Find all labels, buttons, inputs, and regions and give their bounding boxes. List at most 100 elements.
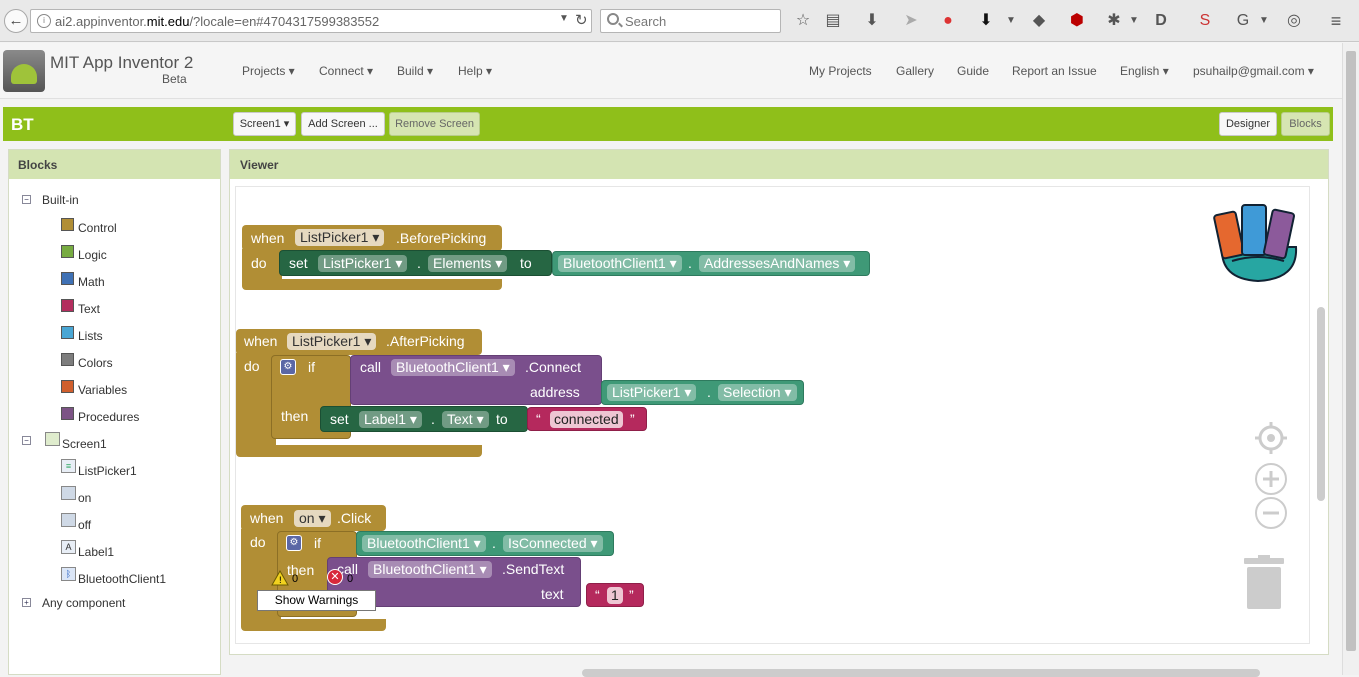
component-dropdown[interactable]: BluetoothClient1 ▾	[368, 561, 492, 578]
page-scrollbar[interactable]	[1342, 43, 1359, 675]
set-elements-block[interactable]: set ListPicker1 ▾ . Elements ▾ to	[279, 250, 552, 276]
globe-icon[interactable]: ◎	[1283, 10, 1305, 32]
blocks-workspace[interactable]: when ListPicker1 ▾ .BeforePicking do set…	[235, 186, 1325, 677]
errors-count: 0	[347, 573, 354, 585]
link-guide[interactable]: Guide	[957, 64, 989, 78]
search-box[interactable]: Search	[600, 9, 781, 33]
reload-icon[interactable]: ↻	[575, 11, 588, 29]
component-bluetoothclient1[interactable]: BluetoothClient1	[78, 572, 166, 586]
add-screen-button[interactable]: Add Screen ...	[301, 112, 385, 136]
event-block-on-click[interactable]: when on ▾ .Click	[241, 505, 386, 531]
gear-icon[interactable]: ⚙	[280, 359, 296, 375]
extension-bug-icon[interactable]: ✱	[1103, 10, 1125, 32]
then-label: then	[281, 408, 309, 424]
chevron-down-icon[interactable]: ▼	[1253, 10, 1275, 32]
component-dropdown[interactable]: ListPicker1 ▾	[287, 333, 377, 350]
drawer-text[interactable]: Text	[78, 302, 100, 316]
property-dropdown[interactable]: Elements ▾	[428, 255, 508, 272]
tree-any-component[interactable]: Any component	[42, 596, 125, 610]
set-label-text-block[interactable]: set Label1 ▾ . Text ▾ to	[320, 406, 528, 432]
component-dropdown[interactable]: ListPicker1 ▾	[607, 384, 697, 401]
url-bar[interactable]: i ai2.appinventor.mit.edu/?locale=en#470…	[30, 9, 592, 33]
text-string-block[interactable]: “ 1 ”	[586, 583, 644, 607]
extension-colors-icon[interactable]: ●	[937, 10, 959, 32]
back-arrow-icon[interactable]: ←	[4, 9, 28, 33]
trash-icon[interactable]	[1242, 555, 1286, 611]
backpack-icon[interactable]	[1212, 199, 1304, 283]
do-label: do	[251, 255, 267, 271]
component-label1[interactable]: Label1	[78, 545, 114, 559]
gear-icon[interactable]: ⚙	[286, 535, 302, 551]
listpicker-selection-block[interactable]: ListPicker1 ▾ . Selection ▾	[601, 380, 804, 405]
center-target-icon[interactable]	[1254, 421, 1288, 455]
drawer-variables[interactable]: Variables	[78, 383, 127, 397]
property-dropdown[interactable]: Text ▾	[442, 411, 489, 428]
component-on[interactable]: on	[78, 491, 91, 505]
menu-language[interactable]: English ▾	[1120, 64, 1169, 78]
link-gallery[interactable]: Gallery	[896, 64, 934, 78]
bookmark-star-icon[interactable]: ☆	[792, 10, 814, 32]
expand-icon[interactable]: +	[22, 598, 31, 607]
text-value[interactable]: 1	[607, 587, 623, 604]
call-connect-block[interactable]: call BluetoothClient1 ▾ .Connect address	[350, 355, 602, 405]
menu-connect[interactable]: Connect ▾	[319, 64, 373, 78]
download-icon[interactable]: ⬇	[861, 10, 883, 32]
component-dropdown[interactable]: BluetoothClient1 ▾	[391, 359, 515, 376]
drawer-procedures[interactable]: Procedures	[78, 410, 139, 424]
bluetooth-isconnected-block[interactable]: BluetoothClient1 ▾ . IsConnected ▾	[356, 531, 614, 556]
send-icon[interactable]: ➤	[900, 10, 922, 32]
vertical-scrollbar[interactable]	[1317, 307, 1325, 501]
drawer-math[interactable]: Math	[78, 275, 105, 289]
drawer-colors[interactable]: Colors	[78, 356, 113, 370]
extension-c-icon[interactable]: G	[1232, 10, 1254, 32]
text-value[interactable]: connected	[550, 411, 623, 428]
remove-screen-button[interactable]: Remove Screen	[389, 112, 480, 136]
component-dropdown[interactable]: Label1 ▾	[359, 411, 422, 428]
component-dropdown[interactable]: BluetoothClient1 ▾	[558, 255, 682, 272]
horizontal-scrollbar[interactable]	[582, 669, 1260, 677]
component-dropdown[interactable]: on ▾	[294, 510, 331, 527]
collapse-icon[interactable]: −	[22, 436, 31, 445]
screen-select-button[interactable]: Screen1 ▾	[233, 112, 296, 136]
download-arrow-icon[interactable]: ⬇	[975, 10, 997, 32]
show-warnings-button[interactable]: Show Warnings	[257, 590, 376, 611]
blocks-button[interactable]: Blocks	[1281, 112, 1330, 136]
tree-builtin[interactable]: Built-in	[42, 193, 79, 207]
zoom-in-icon[interactable]	[1254, 462, 1288, 496]
component-dropdown[interactable]: BluetoothClient1 ▾	[362, 535, 486, 552]
component-listpicker1[interactable]: ListPicker1	[78, 464, 137, 478]
chevron-down-icon[interactable]: ▼	[1000, 10, 1022, 32]
zoom-out-icon[interactable]	[1254, 496, 1288, 530]
drawer-lists[interactable]: Lists	[78, 329, 103, 343]
ublock-icon[interactable]: ⬢	[1066, 10, 1088, 32]
menu-help[interactable]: Help ▾	[458, 64, 492, 78]
menu-projects[interactable]: Projects ▾	[242, 64, 295, 78]
extension-s-icon[interactable]: S	[1194, 10, 1216, 32]
property-dropdown[interactable]: IsConnected ▾	[503, 535, 603, 552]
component-off[interactable]: off	[78, 518, 91, 532]
menu-account[interactable]: psuhailp@gmail.com ▾	[1193, 64, 1314, 78]
component-dropdown[interactable]: ListPicker1 ▾	[318, 255, 408, 272]
designer-button[interactable]: Designer	[1219, 112, 1277, 136]
link-report-issue[interactable]: Report an Issue	[1012, 64, 1097, 78]
property-dropdown[interactable]: AddressesAndNames ▾	[699, 255, 856, 272]
page-scrollbar-thumb[interactable]	[1346, 51, 1356, 651]
component-dropdown[interactable]: ListPicker1 ▾	[295, 229, 385, 246]
reading-list-icon[interactable]: ▤	[822, 10, 844, 32]
bluetooth-addresses-block[interactable]: BluetoothClient1 ▾ . AddressesAndNames ▾	[552, 251, 870, 276]
collapse-icon[interactable]: −	[22, 195, 31, 204]
extension-d-icon[interactable]: D	[1150, 10, 1172, 32]
text-string-block[interactable]: “ connected ”	[527, 407, 647, 431]
tree-screen1[interactable]: Screen1	[62, 437, 107, 451]
event-block-afterpicking[interactable]: when ListPicker1 ▾ .AfterPicking	[236, 329, 482, 355]
chevron-down-icon[interactable]: ▼	[559, 13, 569, 24]
drawer-logic[interactable]: Logic	[78, 248, 107, 262]
link-my-projects[interactable]: My Projects	[809, 64, 872, 78]
menu-build[interactable]: Build ▾	[397, 64, 433, 78]
extension-icon[interactable]: ◆	[1028, 10, 1050, 32]
property-dropdown[interactable]: Selection ▾	[718, 384, 797, 401]
chevron-down-icon[interactable]: ▼	[1123, 10, 1145, 32]
drawer-control[interactable]: Control	[78, 221, 117, 235]
hamburger-menu-icon[interactable]: ≡	[1325, 10, 1347, 32]
event-block-beforepicking[interactable]: when ListPicker1 ▾ .BeforePicking	[242, 225, 502, 251]
